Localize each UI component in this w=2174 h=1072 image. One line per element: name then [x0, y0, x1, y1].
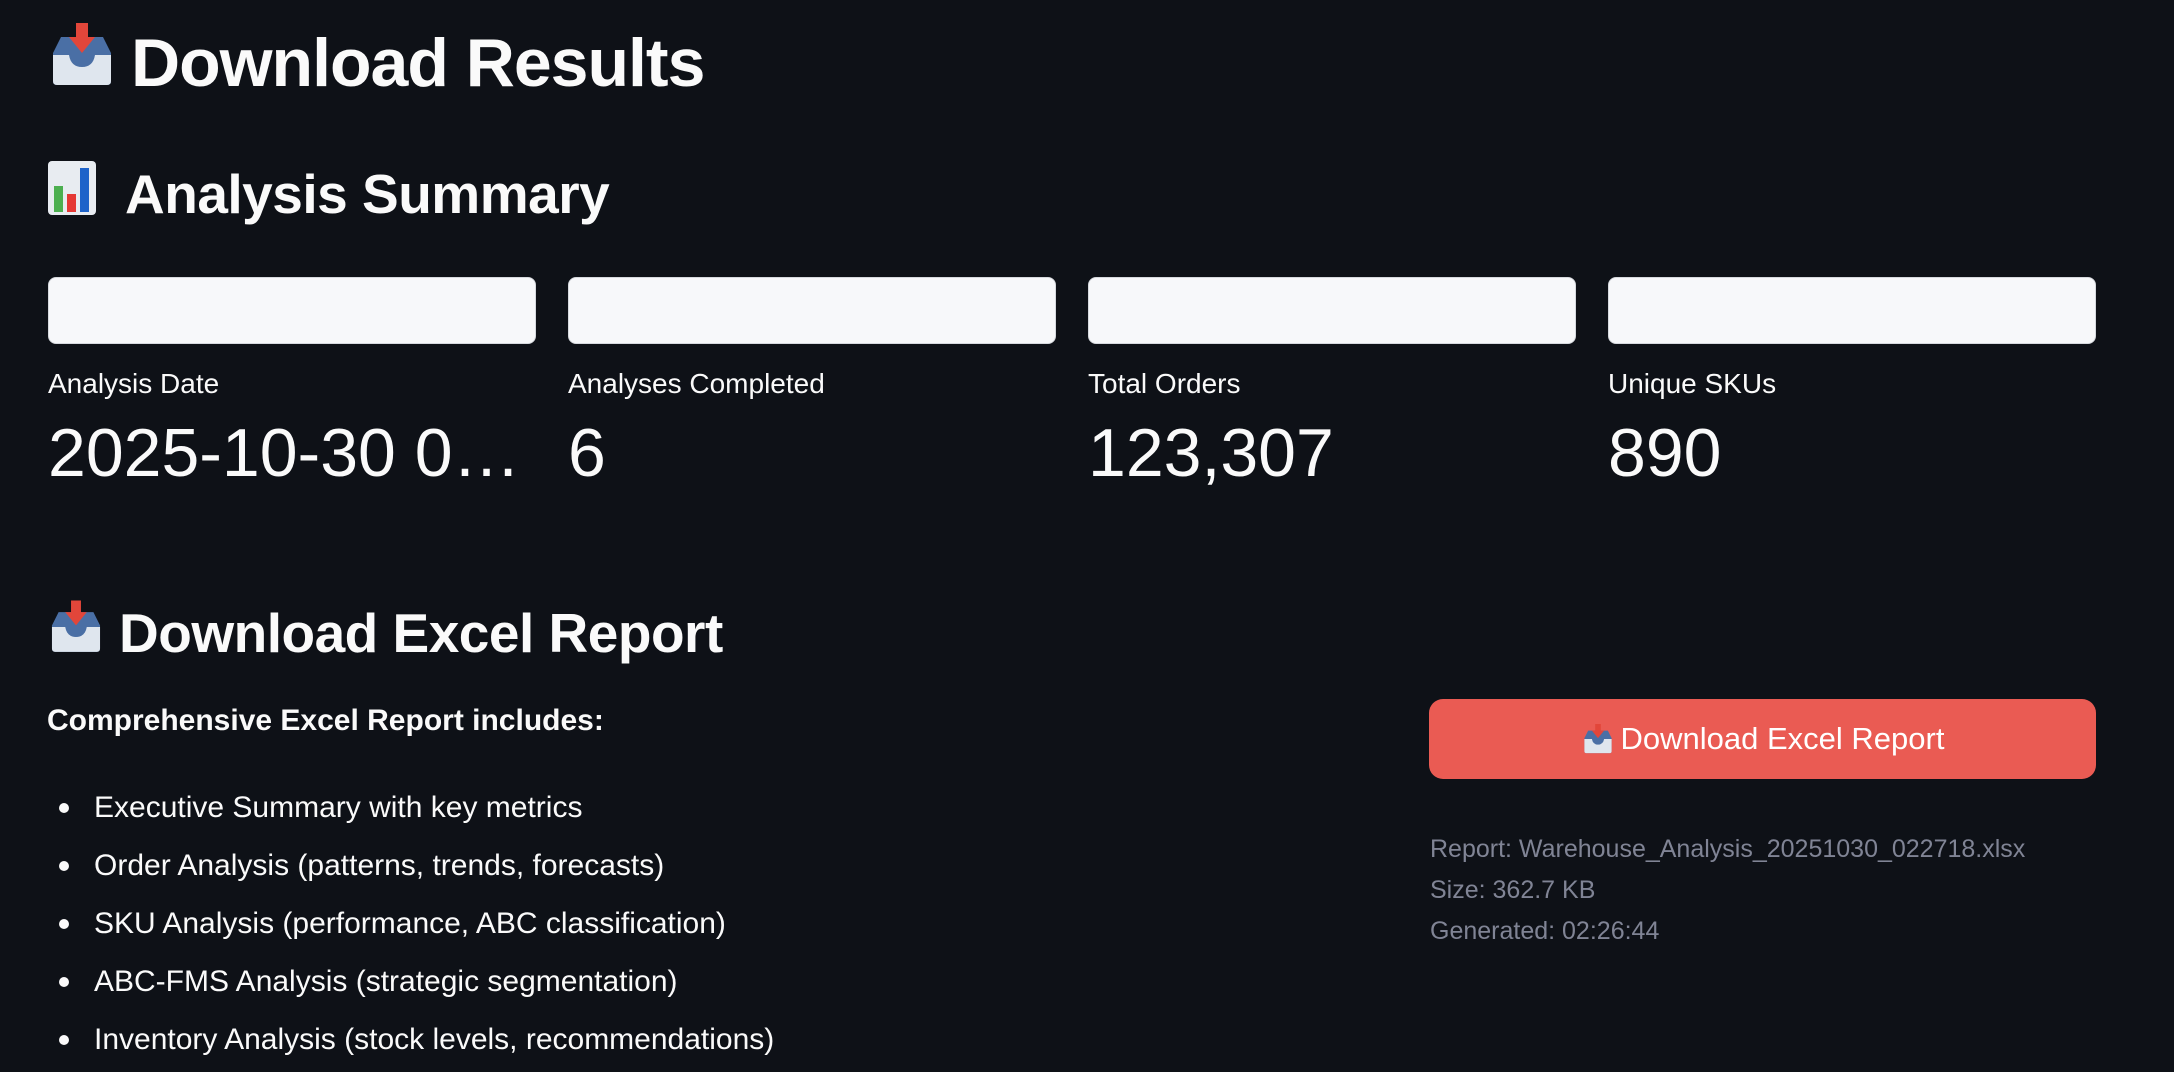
list-item: ABC-FMS Analysis (strategic segmentation…	[47, 957, 774, 1015]
metric-analysis-date: Analysis Date 2025-10-30 02:26:44	[48, 277, 536, 494]
inbox-tray-icon	[1583, 724, 1612, 754]
metric-label: Total Orders	[1088, 368, 1241, 399]
metric-bar	[1088, 277, 1576, 344]
report-meta: Report: Warehouse_Analysis_20251030_0227…	[1430, 829, 2025, 952]
metric-value: 123,307	[1088, 415, 1334, 491]
list-item: SKU Analysis (performance, ABC classific…	[47, 899, 774, 957]
metric-bar	[1608, 277, 2096, 344]
list-item: Executive Summary with key metrics	[47, 783, 774, 841]
page-title: Download Results	[47, 18, 705, 108]
report-generated-time: Generated: 02:26:44	[1430, 917, 1660, 945]
report-file-name: Report: Warehouse_Analysis_20251030_0227…	[1430, 835, 2026, 863]
analysis-summary-heading: Analysis Summary	[47, 157, 610, 231]
analysis-summary-heading-text: Analysis Summary	[125, 163, 610, 225]
metric-value: 2025-10-30 02:26:44	[48, 415, 536, 491]
download-results-page: Download Results Analysis Summary Analys…	[0, 0, 2174, 1072]
inbox-tray-icon	[47, 599, 105, 667]
bar-chart-icon	[47, 160, 111, 229]
includes-title: Comprehensive Excel Report includes:	[47, 704, 604, 737]
metric-label: Analyses Completed	[568, 368, 825, 399]
metric-value: 6	[568, 415, 606, 491]
metric-bar	[48, 277, 536, 344]
download-excel-heading-text: Download Excel Report	[119, 602, 723, 664]
download-excel-button-label: Download Excel Report	[1620, 721, 1945, 756]
inbox-tray-icon	[47, 23, 117, 103]
metric-unique-skus: Unique SKUs 890	[1608, 277, 2096, 494]
list-item: Inventory Analysis (stock levels, recomm…	[47, 1015, 774, 1072]
metric-total-orders: Total Orders 123,307	[1088, 277, 1576, 494]
metric-label: Analysis Date	[48, 368, 220, 399]
metric-bar	[568, 277, 1056, 344]
feature-list: Executive Summary with key metrics Order…	[47, 783, 774, 1072]
metric-analyses-completed: Analyses Completed 6	[568, 277, 1056, 494]
metric-label: Unique SKUs	[1608, 368, 1777, 399]
page-title-text: Download Results	[131, 25, 705, 101]
download-excel-button[interactable]: Download Excel Report	[1429, 699, 2096, 779]
download-excel-heading: Download Excel Report	[47, 596, 723, 670]
list-item: Order Analysis (patterns, trends, foreca…	[47, 841, 774, 899]
metric-value: 890	[1608, 415, 1722, 491]
report-size: Size: 362.7 KB	[1430, 876, 1596, 904]
